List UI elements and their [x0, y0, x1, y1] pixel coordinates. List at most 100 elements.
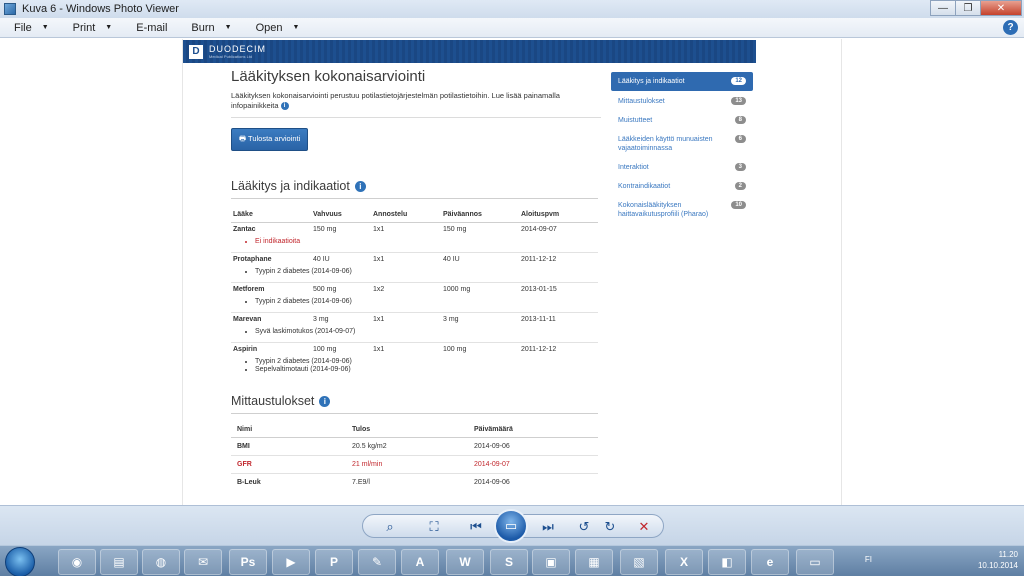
rotate-left-icon[interactable]: ↺	[575, 518, 593, 536]
start-date: 2014-09-07	[519, 222, 598, 235]
chevron-down-icon: ▼	[292, 24, 300, 31]
table-row: GFR 21 ml/min 2014-09-07	[231, 455, 598, 474]
nav-item[interactable]: Lääkitys ja indikaatiot 12	[611, 72, 753, 91]
info-icon: i	[280, 102, 289, 111]
desktop-icon[interactable]: ▭	[796, 549, 834, 575]
firefox-icon[interactable]: ◍	[142, 549, 180, 575]
language-indicator[interactable]: FI	[865, 555, 872, 564]
intro-text: Lääkityksen kokonaisarviointi perustuu p…	[231, 91, 560, 111]
start-button[interactable]	[5, 547, 35, 576]
strength: 500 mg	[311, 282, 371, 295]
app-icon[interactable]: ◧	[708, 549, 746, 575]
indication-row: Ei indikaatioita	[231, 235, 598, 253]
indication-row: Tyypin 2 diabetes (2014-09-06)	[231, 265, 598, 283]
table-row: Aspirin 100 mg 1x1 100 mg 2011-12-12	[231, 342, 598, 355]
brand-header: D DUODECIM Medical Publications Ltd	[183, 40, 756, 63]
media-icon[interactable]: ▶	[272, 549, 310, 575]
page-title: Lääkityksen kokonaisarviointi	[231, 68, 426, 85]
notepad-icon[interactable]: ▧	[620, 549, 658, 575]
actual-size-icon[interactable]: ⛶	[425, 518, 443, 536]
table-row: B-Leuk 7.E9/l 2014-09-06	[231, 473, 598, 491]
acrobat-icon[interactable]: A	[401, 549, 439, 575]
section-title-measurements: Mittaustulokset i	[231, 394, 601, 408]
table-row: Protaphane 40 IU 1x1 40 IU 2011-12-12	[231, 252, 598, 265]
dosing: 1x1	[371, 252, 441, 265]
brand-subtitle: Medical Publications Ltd	[209, 53, 253, 59]
measure-date: 2014-09-06	[468, 473, 598, 491]
powerpoint-icon[interactable]: P	[315, 549, 353, 575]
nav-item[interactable]: Kontraindikaatiot 2	[611, 178, 753, 195]
measurement-table: Nimi Tulos Päivämäärä BMI 20.5 kg/m2 2014-…	[231, 424, 598, 491]
duodecim-logo: D	[189, 44, 203, 59]
maximize-button[interactable]: ❐	[955, 0, 981, 16]
table-row: Marevan 3 mg 1x1 3 mg 2013-11-11	[231, 312, 598, 325]
minimize-button[interactable]: —	[930, 0, 956, 16]
skype-icon[interactable]: S	[490, 549, 528, 575]
nav-item[interactable]: Kokonaislääkityksen haittavaikutusprofii…	[611, 197, 753, 223]
strength: 40 IU	[311, 252, 371, 265]
measure-date: 2014-09-07	[468, 455, 598, 474]
nav-item-label: Muistutteet	[618, 117, 653, 124]
nav-item[interactable]: Mittaustulokset 13	[611, 93, 753, 110]
indication-row: Syvä laskimotukos (2014-09-07)	[231, 325, 598, 343]
start-date: 2011-12-12	[519, 342, 598, 355]
photoshop-icon[interactable]: Ps	[229, 549, 267, 575]
indication-list: Tyypin 2 diabetes (2014-09-06)Sepelvalti…	[233, 358, 596, 373]
ie-icon[interactable]: e	[751, 549, 789, 575]
measure-result: 20.5 kg/m2	[346, 437, 468, 456]
indication-item: Ei indikaatioita	[255, 238, 596, 245]
delete-icon[interactable]: ✕	[635, 518, 653, 536]
rotate-right-icon[interactable]: ↻	[601, 518, 619, 536]
count-badge: 12	[731, 77, 746, 85]
daily-dose: 100 mg	[441, 342, 519, 355]
next-icon[interactable]: ⏭	[539, 518, 557, 536]
count-badge: 2	[734, 182, 746, 190]
daily-dose: 150 mg	[441, 222, 519, 235]
column-header: Aloituspvm	[519, 209, 598, 223]
dosing: 1x2	[371, 282, 441, 295]
menu-open[interactable]: Open ▼	[242, 22, 310, 34]
previous-icon[interactable]: ⏮	[467, 518, 485, 536]
zoom-icon[interactable]: ⌕	[381, 518, 399, 536]
drug-name: Protaphane	[231, 252, 311, 265]
window-title: Kuva 6 - Windows Photo Viewer	[22, 3, 179, 15]
nav-item[interactable]: Interaktiot 3	[611, 159, 753, 176]
taskbar: ◉ ▤ ◍ ✉ Ps ▶ P ✎ A W S ▣ ▦ ▧ X ◧ e ▭ FI …	[0, 545, 1024, 576]
section-nav: Lääkitys ja indikaatiot 12 Mittaustulokset…	[611, 72, 753, 225]
info-icon: i	[354, 180, 366, 192]
outlook-icon[interactable]: ✉	[184, 549, 222, 575]
clock[interactable]: 11.20 10.10.2014	[978, 549, 1018, 571]
column-header: Annostelu	[371, 209, 441, 223]
indication-row: Tyypin 2 diabetes (2014-09-06)	[231, 295, 598, 313]
nav-item-label: Mittaustulokset	[618, 98, 665, 105]
slideshow-button[interactable]: ▭	[494, 509, 528, 543]
drug-name: Metforem	[231, 282, 311, 295]
menu-print[interactable]: Print ▼	[59, 22, 123, 34]
chevron-down-icon: ▼	[41, 24, 49, 31]
nav-item-label: Kokonaislääkityksen haittavaikutusprofii…	[618, 202, 709, 218]
photo-viewer-task-icon[interactable]: ▣	[532, 549, 570, 575]
divider	[231, 413, 598, 414]
menu-burn[interactable]: Burn ▼	[177, 22, 241, 34]
paint-icon[interactable]: ✎	[358, 549, 396, 575]
help-icon[interactable]: ?	[1003, 20, 1018, 35]
brand-name: DUODECIM	[209, 43, 266, 54]
daily-dose: 40 IU	[441, 252, 519, 265]
close-window-button[interactable]: ✕	[980, 0, 1022, 16]
nav-item-label: Lääkkeiden käyttö munuaisten vajaatoimin…	[618, 136, 713, 152]
menu-file[interactable]: File ▼	[0, 22, 59, 34]
chrome-icon[interactable]: ◉	[58, 549, 96, 575]
measure-result: 7.E9/l	[346, 473, 468, 491]
menu-email[interactable]: E-mail	[122, 22, 177, 34]
word-icon[interactable]: W	[446, 549, 484, 575]
explorer-icon[interactable]: ▤	[100, 549, 138, 575]
indication-list: Ei indikaatioita	[233, 238, 596, 245]
nav-item[interactable]: Lääkkeiden käyttö munuaisten vajaatoimin…	[611, 131, 753, 157]
excel-icon[interactable]: X	[665, 549, 703, 575]
start-date: 2013-11-11	[519, 312, 598, 325]
document-icon[interactable]: ▦	[575, 549, 613, 575]
nav-item[interactable]: Muistutteet 8	[611, 112, 753, 129]
drug-name: Aspirin	[231, 342, 311, 355]
drug-name: Zantac	[231, 222, 311, 235]
window-controls: — ❐ ✕	[930, 0, 1022, 16]
